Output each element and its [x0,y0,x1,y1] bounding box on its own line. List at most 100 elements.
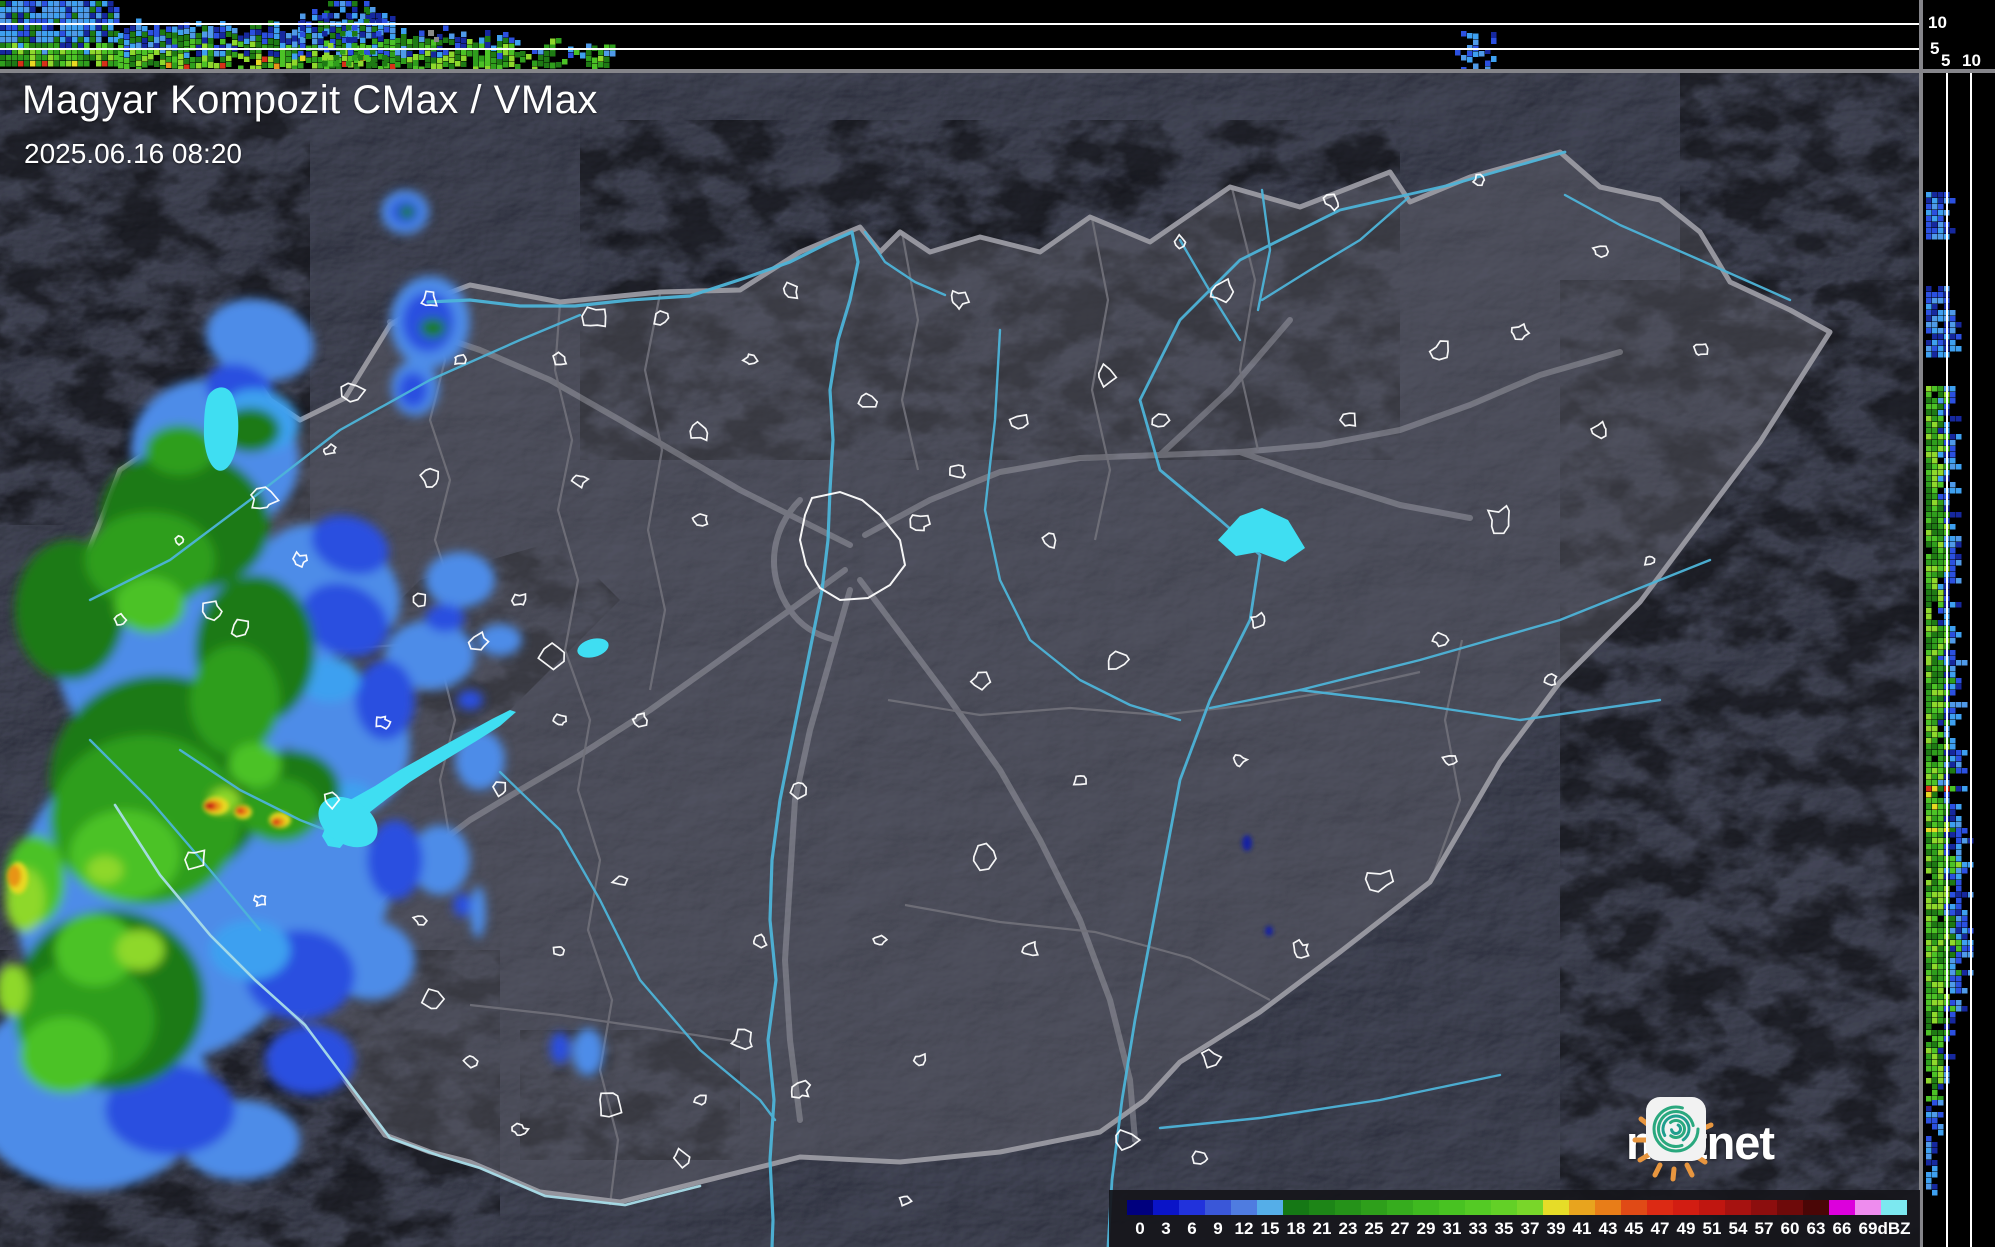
top-profile-cell [24,1,30,7]
right-profile-cell [1938,1084,1944,1090]
top-profile-cell [1473,33,1479,39]
top-profile-cell [160,59,166,65]
top-profile-cell [328,61,334,67]
right-profile-cell [1938,410,1944,416]
top-profile-cell [419,54,425,61]
top-profile-cell [268,50,274,56]
top-profile-cell [60,61,66,67]
legend-label: 21 [1312,1219,1332,1238]
top-profile-cell [443,37,449,43]
top-profile-cell [407,38,413,45]
top-profile-cell [96,43,102,49]
top-profile-cell [1473,39,1479,45]
right-profile-cell [1950,1012,1956,1018]
top-profile-cell [118,57,124,63]
top-profile-cell [580,52,586,59]
right-profile-cell [1956,886,1962,892]
right-profile-cell [1938,316,1944,322]
right-profile-cell [1938,964,1944,970]
top-profile-cell [142,61,148,68]
right-profile-cell [1932,1000,1938,1006]
right-profile-cell [1926,970,1932,976]
right-profile-cell [1932,744,1938,750]
legend-swatch [1465,1200,1491,1215]
top-profile-cell [36,43,42,49]
right-profile-cell [1956,322,1962,328]
right-profile-cell [1938,868,1944,874]
right-profile-cell [1932,548,1938,554]
top-profile-cell [232,40,238,46]
right-profile-cell [1956,1006,1962,1012]
top-profile-cell [467,50,473,57]
top-profile-cell [390,15,396,22]
right-profile-cell [1932,958,1938,964]
top-profile-cell [130,49,136,56]
top-profile-cell [479,55,485,62]
legend-label: 27 [1390,1219,1410,1238]
right-profile-cell [1956,512,1962,518]
right-profile-cell [1938,756,1944,762]
right-profile-cell [1932,1006,1938,1012]
legend-swatch [1517,1200,1543,1215]
right-profile-cell [1950,868,1956,874]
right-profile-cell [1926,720,1932,726]
right-profile-cell [1938,1006,1944,1012]
right-profile-cell [1956,976,1962,982]
right-profile-cell [1938,310,1944,316]
right-profile-cell [1938,602,1944,608]
top-profile-cell [238,53,244,60]
right-profile-cell [1932,310,1938,316]
right-profile-cell [1926,638,1932,644]
top-profile-cell [24,31,30,37]
right-profile-cell [1938,678,1944,684]
legend-entry: 60 [1777,1200,1803,1239]
right-profile-cell [1950,340,1956,346]
right-profile-cell [1938,850,1944,856]
right-profile-cell [1938,198,1944,204]
top-profile-cell [12,55,18,61]
right-profile-cell [1950,632,1956,638]
top-profile-cell [220,38,226,45]
top-profile-cell [54,1,60,7]
right-profile-cell [1932,1124,1938,1130]
legend-label: 0 [1135,1219,1145,1238]
right-profile-cell [1932,644,1938,650]
right-profile-cell [1950,744,1956,750]
top-profile-cell [425,56,431,63]
top-profile-cell [84,55,90,61]
right-profile-cell [1938,708,1944,714]
right-profile-cell [1926,328,1932,334]
right-profile-cell [1926,596,1932,602]
precip-blob [236,808,244,814]
right-profile-cell [1932,1112,1938,1118]
top-profile-cell [479,61,485,68]
top-profile-cell [268,56,274,62]
right-profile-cell [1956,958,1962,964]
top-profile-cell [36,25,42,31]
right-profile-cell [1950,822,1956,828]
top-profile-cell [431,51,437,58]
top-profile-cell [72,55,78,61]
right-profile-cell [1938,838,1944,844]
right-profile-cell [1950,398,1956,404]
right-profile-cell [1938,988,1944,994]
top-profile-cell [455,37,461,43]
right-profile-cell [1926,216,1932,222]
top-profile-cell [538,54,544,61]
top-profile-cell [24,13,30,19]
top-profile-cell [360,25,366,31]
right-profile-cell [1932,494,1938,500]
top-profile-cell [78,43,84,49]
top-profile-cell [300,13,306,20]
top-profile-cell [292,53,298,60]
right-profile-cell [1956,536,1962,542]
legend-entry: 66 [1829,1200,1855,1239]
top-profile-cell [574,49,580,56]
right-profile-cell [1932,660,1938,666]
right-profile-cell [1926,340,1932,346]
top-profile-cell [84,1,90,7]
top-profile-cell [124,58,130,64]
top-profile-cell [108,13,114,19]
right-profile-cell [1956,786,1962,792]
right-profile-cell [1926,946,1932,952]
